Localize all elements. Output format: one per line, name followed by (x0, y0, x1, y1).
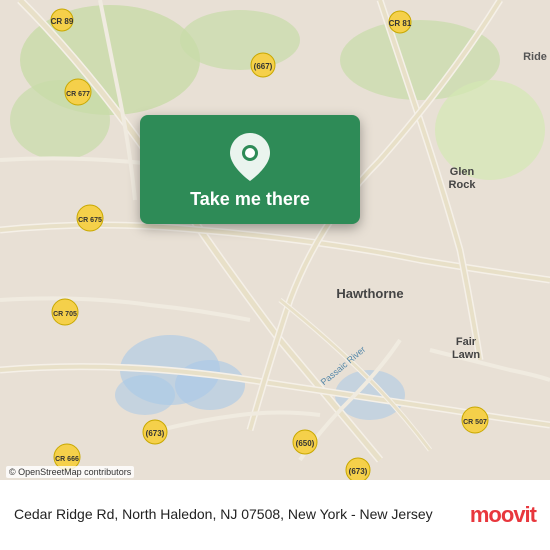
svg-text:Lawn: Lawn (452, 349, 480, 361)
svg-text:(667): (667) (254, 62, 273, 71)
svg-text:(673): (673) (349, 467, 368, 476)
moovit-logo-text: moovit (470, 502, 536, 528)
svg-text:CR 666: CR 666 (55, 456, 79, 463)
map-svg: CR 89 CR 677 (667) CR 81 CR 675 CR 705 (… (0, 0, 550, 480)
svg-text:CR 81: CR 81 (389, 19, 412, 28)
svg-text:(650): (650) (296, 439, 315, 448)
osm-attribution: © OpenStreetMap contributors (6, 466, 134, 478)
svg-text:CR 705: CR 705 (53, 311, 77, 318)
svg-text:CR 507: CR 507 (463, 419, 487, 426)
take-me-there-button[interactable]: Take me there (140, 115, 360, 224)
svg-text:Hawthorne: Hawthorne (336, 286, 403, 301)
svg-text:Glen: Glen (450, 166, 475, 178)
take-me-there-label: Take me there (190, 189, 310, 210)
svg-text:Ride: Ride (523, 51, 547, 63)
bottom-bar: Cedar Ridge Rd, North Haledon, NJ 07508,… (0, 480, 550, 550)
location-pin-icon (230, 133, 270, 181)
svg-text:CR 677: CR 677 (66, 91, 90, 98)
svg-text:Fair: Fair (456, 336, 477, 348)
svg-text:Rock: Rock (449, 179, 477, 191)
map-container: CR 89 CR 677 (667) CR 81 CR 675 CR 705 (… (0, 0, 550, 480)
address-text: Cedar Ridge Rd, North Haledon, NJ 07508,… (14, 505, 460, 525)
svg-text:CR 89: CR 89 (51, 17, 74, 26)
svg-text:CR 675: CR 675 (78, 217, 102, 224)
svg-text:(673): (673) (146, 429, 165, 438)
moovit-logo: moovit (470, 502, 536, 528)
